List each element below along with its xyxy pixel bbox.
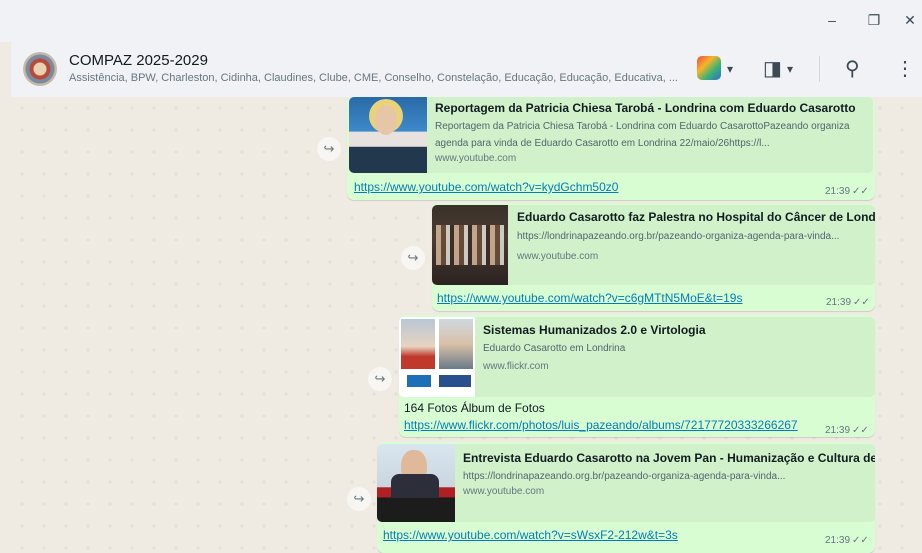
link-preview[interactable]: Eduardo Casarotto faz Palestra no Hospit…: [432, 205, 875, 285]
message-time: 21:39 ✓✓: [825, 186, 869, 197]
forward-icon[interactable]: ↪: [347, 487, 371, 511]
preview-description: Reportagem da Patricia Chiesa Tarobá - L…: [435, 121, 850, 149]
preview-domain: www.youtube.com: [517, 251, 599, 262]
message-bubble[interactable]: Sistemas Humanizados 2.0 e Virtologia Ed…: [399, 315, 875, 437]
message-text: 164 Fotos Álbum de Fotos: [404, 401, 545, 415]
close-button[interactable]: ✕: [898, 10, 922, 30]
group-title[interactable]: COMPAZ 2025-2029: [69, 52, 208, 69]
preview-title: Entrevista Eduardo Casarotto na Jovem Pa…: [463, 451, 875, 465]
link-preview[interactable]: Reportagem da Patricia Chiesa Tarobá - L…: [349, 97, 873, 173]
message-time: 21:39 ✓✓: [825, 425, 869, 436]
preview-description: https://londrinapazeando.org.br/pazeando…: [517, 231, 840, 242]
message-link[interactable]: https://www.flickr.com/photos/luis_pazea…: [404, 418, 798, 432]
preview-title: Reportagem da Patricia Chiesa Tarobá - L…: [435, 101, 856, 115]
minimize-button[interactable]: –: [820, 10, 844, 30]
forward-icon[interactable]: ↪: [317, 137, 341, 161]
app-icon[interactable]: [697, 56, 721, 80]
read-receipt-icon: ✓✓: [852, 186, 869, 197]
read-receipt-icon: ✓✓: [852, 425, 869, 436]
message-link[interactable]: https://www.youtube.com/watch?v=sWsxF2-2…: [383, 528, 678, 542]
read-receipt-icon: ✓✓: [852, 535, 869, 546]
chat-messages-area[interactable]: ↪ Reportagem da Patricia Chiesa Tarobá -…: [11, 97, 922, 553]
preview-title: Eduardo Casarotto faz Palestra no Hospit…: [517, 210, 875, 224]
message-bubble[interactable]: Eduardo Casarotto faz Palestra no Hospit…: [432, 203, 875, 311]
preview-domain: www.youtube.com: [435, 153, 517, 164]
link-preview[interactable]: Entrevista Eduardo Casarotto na Jovem Pa…: [377, 444, 875, 522]
window-titlebar: – ❐ ✕: [0, 0, 922, 42]
group-members[interactable]: Assistência, BPW, Charleston, Cidinha, C…: [69, 72, 679, 84]
read-receipt-icon: ✓✓: [853, 297, 870, 308]
video-chevron-icon[interactable]: ▾: [787, 56, 793, 82]
more-vertical-icon[interactable]: ⋮: [895, 56, 915, 82]
forward-icon[interactable]: ↪: [401, 246, 425, 270]
preview-thumbnail: [377, 444, 455, 522]
chat-header[interactable]: COMPAZ 2025-2029 Assistência, BPW, Charl…: [11, 42, 922, 98]
preview-description: Eduardo Casarotto em Londrina: [483, 343, 626, 354]
message-link[interactable]: https://www.youtube.com/watch?v=c6gMTtN5…: [437, 291, 742, 305]
header-divider: [819, 56, 820, 82]
preview-thumbnail: [399, 317, 475, 397]
preview-domain: www.youtube.com: [463, 486, 545, 497]
restore-button[interactable]: ❐: [862, 10, 886, 30]
link-preview[interactable]: Sistemas Humanizados 2.0 e Virtologia Ed…: [399, 317, 875, 397]
group-avatar[interactable]: [23, 52, 57, 86]
preview-description: https://londrinapazeando.org.br/pazeando…: [463, 471, 786, 482]
message-time: 21:39 ✓✓: [825, 535, 869, 546]
message-bubble[interactable]: Reportagem da Patricia Chiesa Tarobá - L…: [347, 97, 875, 200]
preview-title: Sistemas Humanizados 2.0 e Virtologia: [483, 323, 706, 337]
video-call-icon[interactable]: ◨: [763, 56, 782, 82]
chevron-down-icon[interactable]: ▾: [727, 56, 733, 82]
preview-thumbnail: [349, 97, 427, 173]
message-bubble[interactable]: Entrevista Eduardo Casarotto na Jovem Pa…: [377, 442, 875, 553]
message-link[interactable]: https://www.youtube.com/watch?v=kydGchm5…: [354, 180, 618, 194]
message-time: 21:39 ✓✓: [826, 297, 870, 308]
preview-domain: www.flickr.com: [483, 361, 549, 372]
forward-icon[interactable]: ↪: [368, 367, 392, 391]
preview-thumbnail: [432, 205, 508, 285]
search-icon[interactable]: ⚲: [845, 56, 860, 82]
